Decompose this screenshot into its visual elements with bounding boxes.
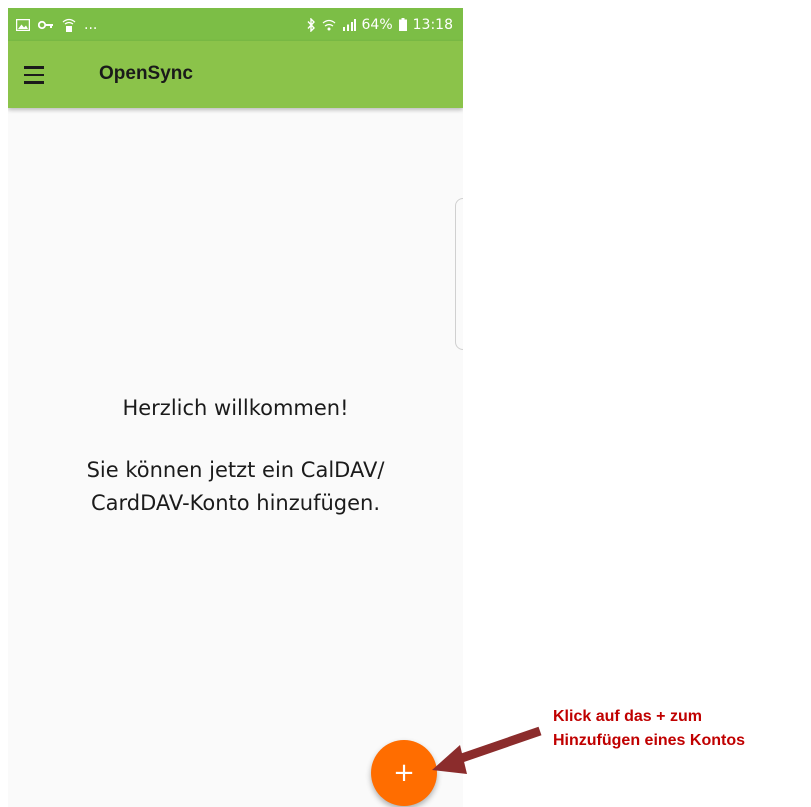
- welcome-title: Herzlich willkommen!: [122, 396, 349, 420]
- welcome-line-2: CardDAV-Konto hinzufügen.: [90, 491, 381, 515]
- app-title: OpenSync: [99, 63, 193, 84]
- welcome-body: Sie können jetzt ein CalDAV/ CardDAV-Kon…: [8, 454, 463, 520]
- hamburger-menu-icon[interactable]: [24, 61, 52, 89]
- annotation-text: Klick auf das + zum Hinzufügen eines Kon…: [553, 705, 745, 753]
- status-bar-right: 64% 13:18: [306, 8, 453, 41]
- phone-screen: ... 64% 13:18 OpenSync Herzlich willkomm…: [8, 8, 463, 807]
- welcome-line-1: Sie können jetzt ein CalDAV/: [86, 458, 385, 482]
- edge-panel-handle[interactable]: [455, 198, 463, 350]
- signal-icon: [342, 18, 356, 31]
- status-bar: ... 64% 13:18: [8, 8, 463, 41]
- clock: 13:18: [412, 16, 453, 33]
- wifi-icon: [322, 18, 336, 32]
- add-account-button[interactable]: +: [371, 740, 437, 806]
- status-bar-left: ...: [16, 8, 97, 41]
- battery-percent: 64%: [361, 16, 393, 33]
- annotation-line-1: Klick auf das + zum: [553, 708, 702, 725]
- bluetooth-icon: [306, 17, 316, 32]
- plus-icon: +: [393, 758, 415, 788]
- wifi-lock-icon: [62, 17, 76, 33]
- key-icon: [38, 20, 54, 30]
- gallery-icon: [16, 18, 30, 31]
- battery-icon: [398, 18, 407, 31]
- overflow-dots: ...: [84, 16, 98, 33]
- annotation-line-2: Hinzufügen eines Kontos: [553, 732, 745, 749]
- app-bar: OpenSync: [8, 41, 463, 108]
- welcome-message: Herzlich willkommen! Sie können jetzt ei…: [8, 394, 463, 520]
